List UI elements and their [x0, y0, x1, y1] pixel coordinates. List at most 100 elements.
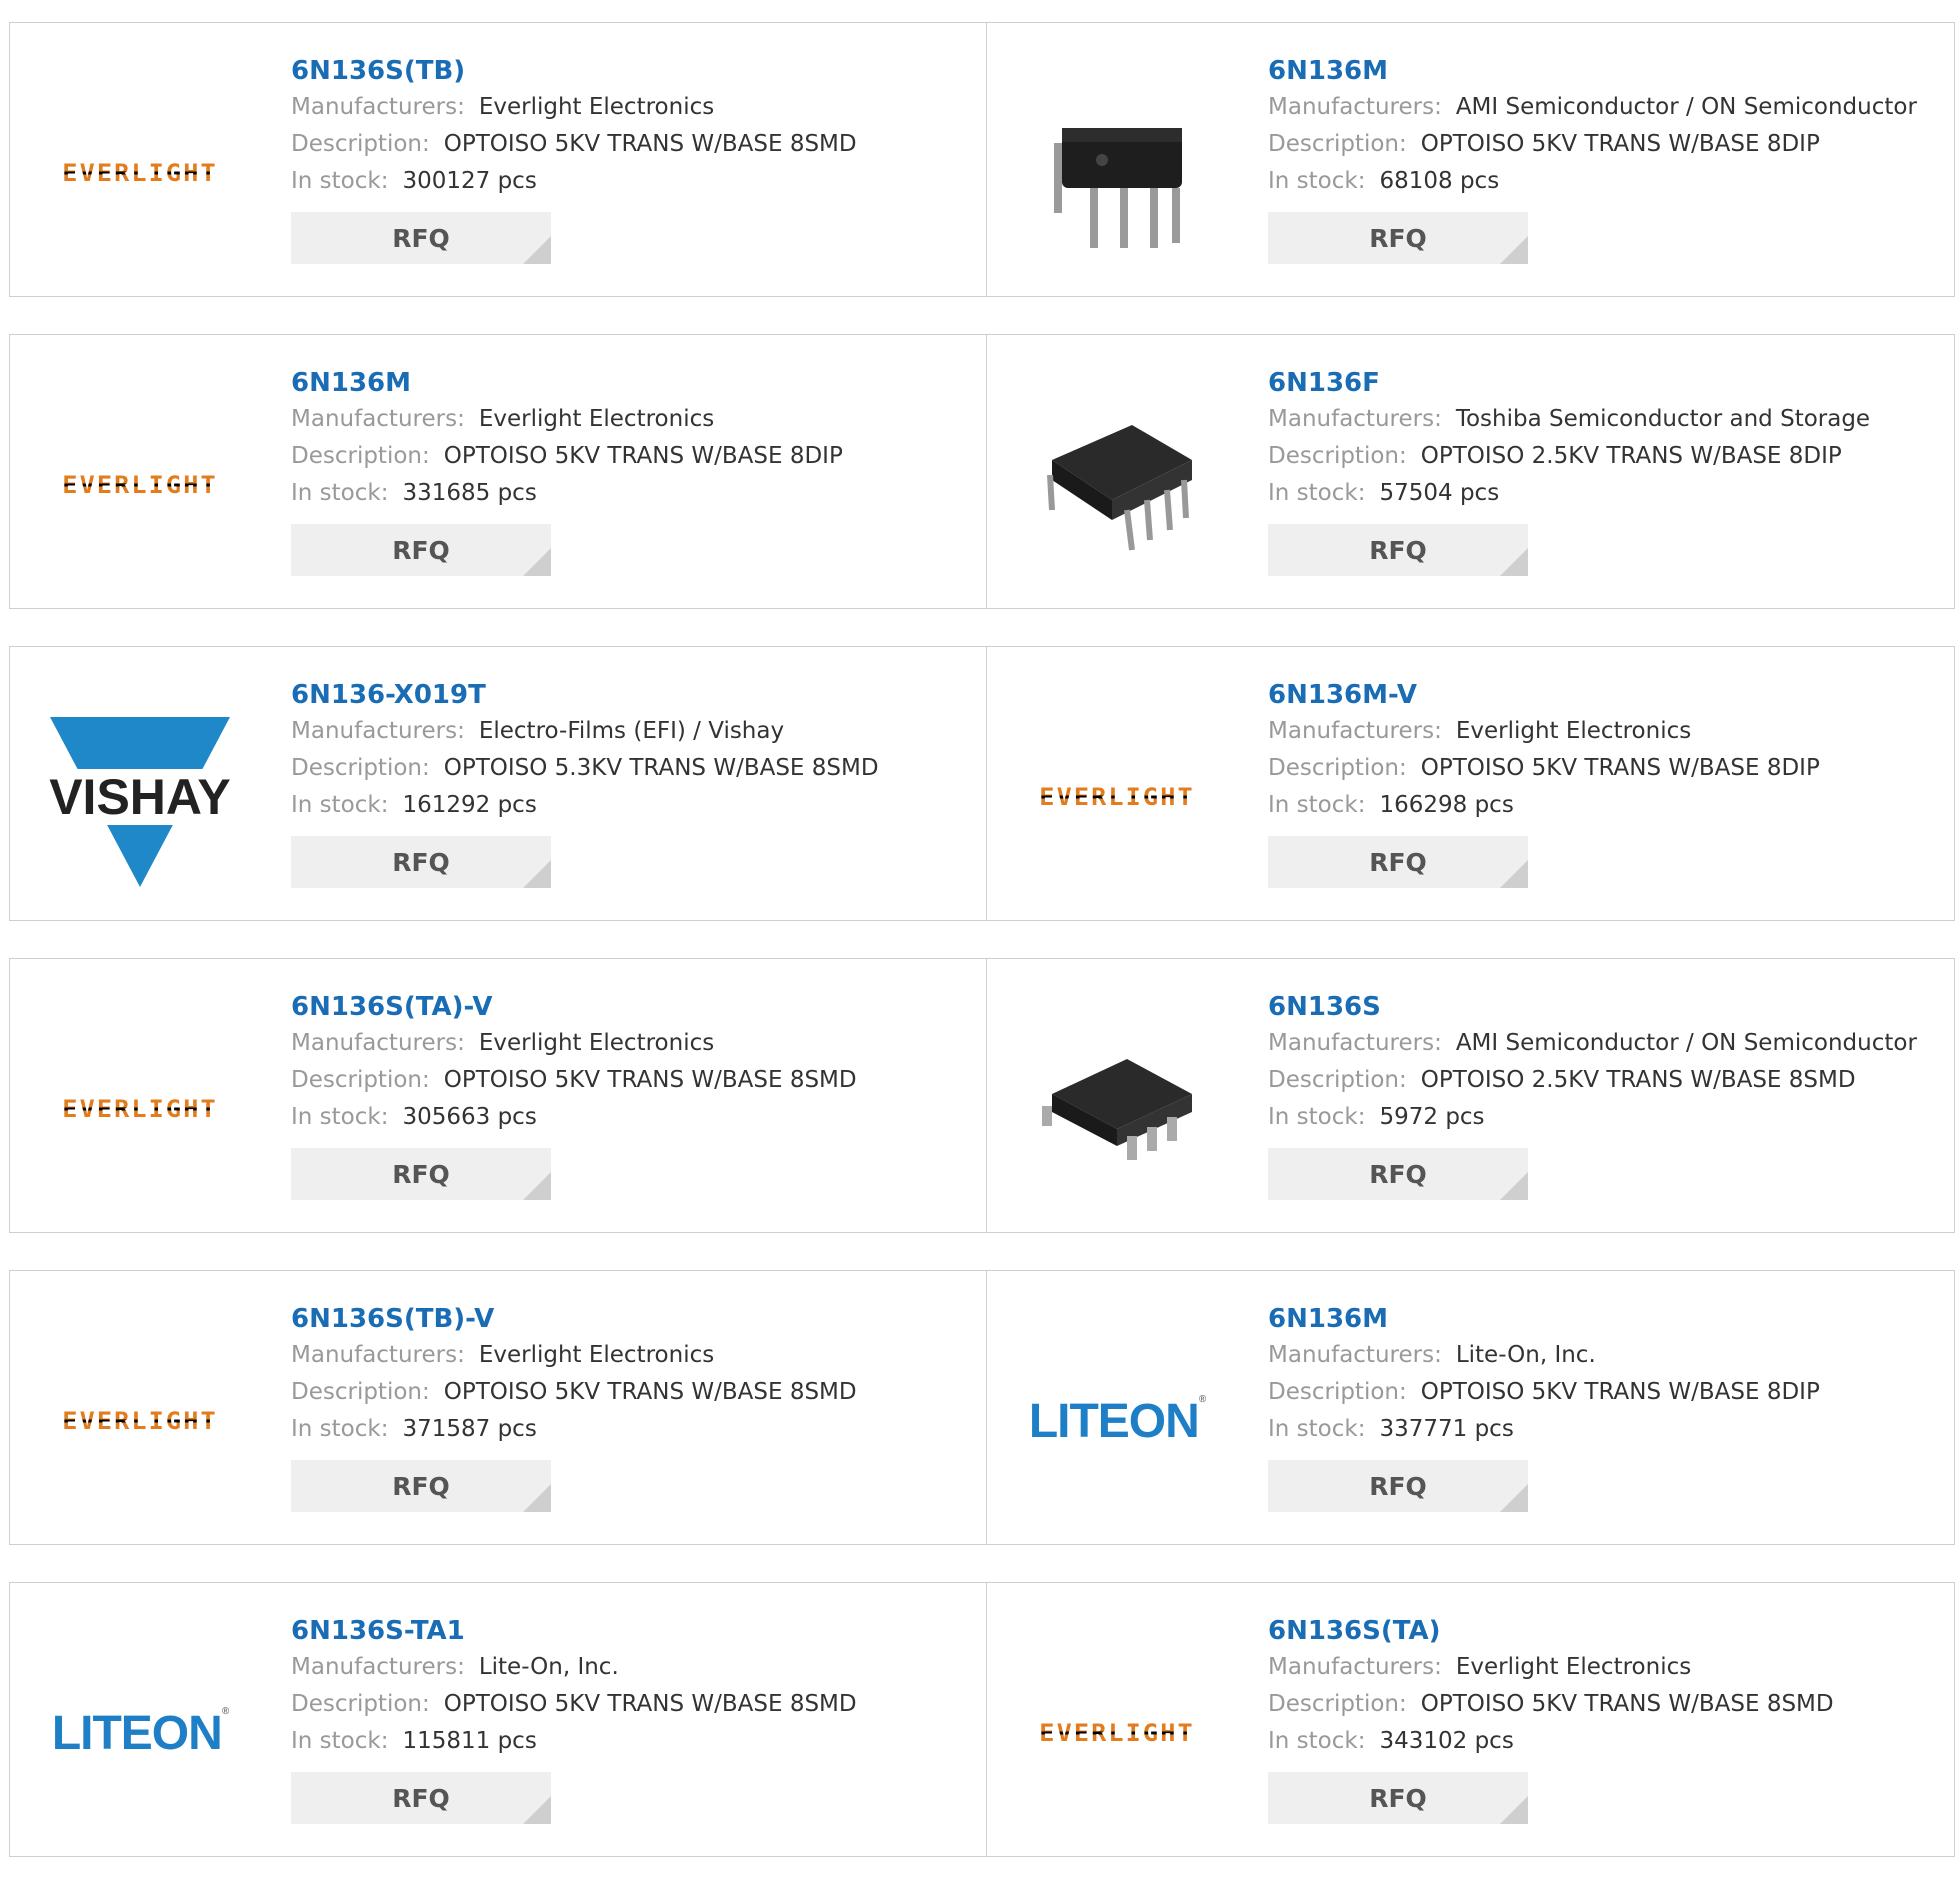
everlight-logo: EVERLIGHT [62, 1095, 218, 1123]
stock-value: 331685 pcs [402, 480, 537, 506]
part-number-link[interactable]: 6N136M-V [1268, 677, 1820, 713]
stock-line: In stock: 161292 pcs [291, 787, 879, 824]
rfq-button[interactable]: RFQ [1268, 212, 1528, 264]
manufacturer-value: AMI Semiconductor / ON Semiconductor [1455, 94, 1917, 120]
product-info: 6N136S-TA1 Manufacturers: Lite-On, Inc. D… [291, 1613, 857, 1824]
product-info: 6N136S(TB) Manufacturers: Everlight Elect… [291, 53, 857, 264]
manufacturer-value: Electro-Films (EFI) / Vishay [478, 718, 785, 744]
rfq-label: RFQ [1369, 1783, 1427, 1813]
corner-triangle-icon [523, 548, 551, 576]
manufacturer-value: Lite-On, Inc. [1455, 1342, 1596, 1368]
stock-line: In stock: 305663 pcs [291, 1099, 857, 1136]
in-stock-label: In stock: [291, 792, 389, 818]
product-info: 6N136-X019T Manufacturers: Electro-Films … [291, 677, 879, 888]
part-number-link[interactable]: 6N136S-TA1 [291, 1613, 857, 1649]
rfq-button[interactable]: RFQ [291, 836, 551, 888]
product-row: EVERLIGHT 6N136S(TA)-V Manufacturers: Eve… [9, 958, 1955, 1233]
rfq-button[interactable]: RFQ [1268, 1772, 1528, 1824]
part-number-link[interactable]: 6N136M [291, 365, 843, 401]
rfq-button[interactable]: RFQ [1268, 1148, 1528, 1200]
manufacturer-line: Manufacturers: Everlight Electronics [291, 1025, 857, 1062]
description-value: OPTOISO 5KV TRANS W/BASE 8SMD [443, 1067, 857, 1093]
part-number-link[interactable]: 6N136F [1268, 365, 1870, 401]
stock-value: 161292 pcs [402, 792, 537, 818]
stock-value: 337771 pcs [1379, 1416, 1514, 1442]
rfq-button[interactable]: RFQ [291, 1148, 551, 1200]
rfq-button[interactable]: RFQ [1268, 836, 1528, 888]
manufacturer-line: Manufacturers: AMI Semiconductor / ON Sem… [1268, 89, 1917, 126]
stock-line: In stock: 337771 pcs [1268, 1411, 1820, 1448]
description-label: Description: [291, 131, 430, 157]
manufacturers-label: Manufacturers: [1268, 718, 1442, 744]
corner-triangle-icon [523, 1484, 551, 1512]
product-card: 6N136F Manufacturers: Toshiba Semiconduct… [987, 334, 1955, 609]
manufacturer-line: Manufacturers: Everlight Electronics [1268, 713, 1820, 750]
everlight-logo: EVERLIGHT [62, 159, 218, 187]
everlight-logo: EVERLIGHT [1039, 1719, 1195, 1747]
manufacturer-value: Everlight Electronics [478, 406, 715, 432]
description-value: OPTOISO 5KV TRANS W/BASE 8DIP [1420, 1379, 1820, 1405]
part-number-link[interactable]: 6N136M [1268, 53, 1917, 89]
manufacturer-value: Everlight Electronics [478, 1342, 715, 1368]
rfq-button[interactable]: RFQ [291, 1460, 551, 1512]
description-label: Description: [291, 443, 430, 469]
in-stock-label: In stock: [291, 1728, 389, 1754]
corner-triangle-icon [1500, 1172, 1528, 1200]
part-number-link[interactable]: 6N136S(TB)-V [291, 1301, 857, 1337]
rfq-button[interactable]: RFQ [291, 524, 551, 576]
manufacturer-line: Manufacturers: Everlight Electronics [1268, 1649, 1834, 1686]
product-image: EVERLIGHT [40, 1009, 240, 1209]
description-value: OPTOISO 5KV TRANS W/BASE 8SMD [443, 1379, 857, 1405]
rfq-button[interactable]: RFQ [1268, 524, 1528, 576]
corner-triangle-icon [1500, 1484, 1528, 1512]
product-info: 6N136M Manufacturers: Everlight Electroni… [291, 365, 843, 576]
stock-line: In stock: 331685 pcs [291, 475, 843, 512]
stock-line: In stock: 300127 pcs [291, 163, 857, 200]
stock-value: 115811 pcs [402, 1728, 537, 1754]
manufacturer-value: Everlight Electronics [478, 1030, 715, 1056]
part-number-link[interactable]: 6N136M [1268, 1301, 1820, 1337]
rfq-label: RFQ [392, 1783, 450, 1813]
rfq-button[interactable]: RFQ [291, 1772, 551, 1824]
part-number-link[interactable]: 6N136-X019T [291, 677, 879, 713]
description-label: Description: [1268, 131, 1407, 157]
product-image: EVERLIGHT [40, 1321, 240, 1521]
description-value: OPTOISO 5KV TRANS W/BASE 8SMD [443, 131, 857, 157]
description-line: Description: OPTOISO 5KV TRANS W/BASE 8DI… [1268, 750, 1820, 787]
in-stock-label: In stock: [291, 480, 389, 506]
description-label: Description: [291, 1067, 430, 1093]
description-line: Description: OPTOISO 5KV TRANS W/BASE 8SM… [291, 126, 857, 163]
stock-line: In stock: 68108 pcs [1268, 163, 1917, 200]
part-number-link[interactable]: 6N136S [1268, 989, 1917, 1025]
manufacturer-value: Everlight Electronics [1455, 718, 1692, 744]
product-card: EVERLIGHT 6N136M Manufacturers: Everlight… [9, 334, 987, 609]
in-stock-label: In stock: [291, 1104, 389, 1130]
rfq-label: RFQ [392, 847, 450, 877]
stock-line: In stock: 5972 pcs [1268, 1099, 1917, 1136]
stock-value: 68108 pcs [1379, 168, 1500, 194]
rfq-button[interactable]: RFQ [1268, 1460, 1528, 1512]
part-number-link[interactable]: 6N136S(TB) [291, 53, 857, 89]
product-card: 6N136S Manufacturers: AMI Semiconductor /… [987, 958, 1955, 1233]
manufacturers-label: Manufacturers: [1268, 1030, 1442, 1056]
chip-image-icon [1054, 128, 1182, 248]
description-label: Description: [1268, 443, 1407, 469]
manufacturer-line: Manufacturers: Everlight Electronics [291, 89, 857, 126]
in-stock-label: In stock: [1268, 1728, 1366, 1754]
part-number-link[interactable]: 6N136S(TA) [1268, 1613, 1834, 1649]
product-info: 6N136S(TA) Manufacturers: Everlight Elect… [1268, 1613, 1834, 1824]
in-stock-label: In stock: [1268, 792, 1366, 818]
svg-text:VISHAY: VISHAY [49, 769, 231, 825]
rfq-label: RFQ [392, 223, 450, 253]
manufacturers-label: Manufacturers: [291, 94, 465, 120]
manufacturer-value: Everlight Electronics [1455, 1654, 1692, 1680]
product-card: EVERLIGHT 6N136S(TB) Manufacturers: Everl… [9, 22, 987, 297]
rfq-button[interactable]: RFQ [291, 212, 551, 264]
everlight-logo: EVERLIGHT [62, 1407, 218, 1435]
description-line: Description: OPTOISO 5KV TRANS W/BASE 8SM… [1268, 1686, 1834, 1723]
part-number-link[interactable]: 6N136S(TA)-V [291, 989, 857, 1025]
rfq-label: RFQ [392, 1471, 450, 1501]
in-stock-label: In stock: [1268, 480, 1366, 506]
corner-triangle-icon [1500, 548, 1528, 576]
description-label: Description: [1268, 1379, 1407, 1405]
